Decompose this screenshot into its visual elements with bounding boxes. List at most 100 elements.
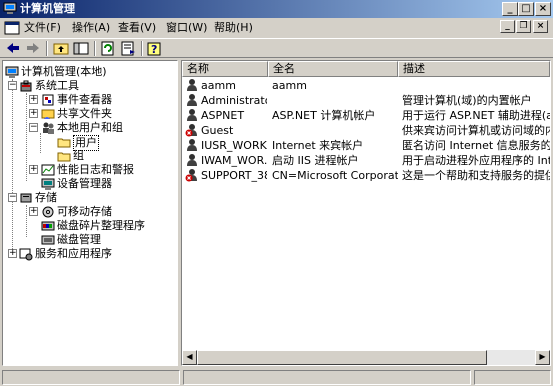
column-header-full-name[interactable]: 全名 <box>268 61 398 77</box>
cell-full-name: aamm <box>272 79 307 92</box>
minimize-icon: _ <box>505 21 510 31</box>
menu-view[interactable]: 查看(V) <box>118 21 156 35</box>
expand-toggle[interactable]: + <box>29 109 38 118</box>
removable-storage-icon <box>42 206 54 218</box>
refresh-icon[interactable] <box>100 41 116 56</box>
title-bar[interactable]: 计算机管理 _ □ × <box>0 0 553 18</box>
toolbar-separator <box>141 41 143 56</box>
maximize-icon: □ <box>521 3 531 14</box>
collapse-toggle[interactable]: − <box>8 81 17 90</box>
expand-toggle[interactable]: + <box>29 207 38 216</box>
user-icon <box>187 139 197 151</box>
scroll-left-button[interactable]: ◀ <box>182 350 197 365</box>
tree-node-label: 设备管理器 <box>57 177 112 190</box>
table-row[interactable]: Administrator 管理计算机(域)的内置帐户 <box>182 93 550 108</box>
tree-node-label: 组 <box>73 149 84 162</box>
export-list-icon[interactable] <box>120 41 136 56</box>
collapse-toggle[interactable]: − <box>29 123 38 132</box>
cell-full-name: CN=Microsoft Corporation... <box>272 169 398 182</box>
forward-arrow-icon[interactable] <box>25 41 41 56</box>
expand-toggle[interactable]: + <box>8 249 17 258</box>
cell-description: 匿名访问 Internet 信息服务的内 <box>402 139 550 152</box>
tree-node-label: 系统工具 <box>35 79 79 92</box>
user-icon <box>187 79 197 91</box>
scroll-right-button[interactable]: ▶ <box>535 350 550 365</box>
computer-management-icon <box>5 66 19 78</box>
folder-icon <box>57 152 71 162</box>
close-button[interactable]: × <box>535 2 551 16</box>
table-row[interactable]: ASPNET ASP.NET 计算机帐户 用于运行 ASP.NET 辅助进程(asp… <box>182 108 550 123</box>
console-window-icon[interactable] <box>4 21 20 35</box>
table-row[interactable]: aamm aamm <box>182 78 550 93</box>
restore-icon: ❐ <box>519 21 528 31</box>
tree-node-label: 事件查看器 <box>57 93 112 106</box>
services-apps-icon <box>19 248 33 261</box>
device-manager-icon <box>41 178 55 190</box>
show-hide-tree-icon[interactable] <box>73 41 89 56</box>
window-title: 计算机管理 <box>20 2 75 15</box>
table-row[interactable]: Guest 供来宾访问计算机或访问域的内 <box>182 123 550 138</box>
system-tools-icon <box>20 80 32 92</box>
table-row[interactable]: SUPPORT_38... CN=Microsoft Corporation...… <box>182 168 550 183</box>
column-header-description[interactable]: 描述 <box>398 61 550 77</box>
console-tree[interactable]: 计算机管理(本地) − 系统工具 + 事件查看器 + 共享文件夹 − 本地用户和… <box>2 60 178 366</box>
tree-line <box>40 133 42 153</box>
table-row[interactable]: IUSR_WORK... Internet 来宾帐户 匿名访问 Internet 信… <box>182 138 550 153</box>
cell-full-name: Internet 来宾帐户 <box>272 139 364 152</box>
disk-management-icon <box>41 235 55 245</box>
menu-file[interactable]: 文件(F) <box>24 21 61 35</box>
maximize-button[interactable]: □ <box>518 2 534 16</box>
arrow-right-icon: ▶ <box>539 352 546 361</box>
menu-help[interactable]: 帮助(H) <box>214 21 253 35</box>
tree-line <box>26 205 28 237</box>
table-row[interactable]: IWAM_WOR... 启动 IIS 进程帐户 用于启动进程外应用程序的 Inte <box>182 153 550 168</box>
disabled-user-icon <box>185 169 197 182</box>
cell-name: Guest <box>201 124 234 137</box>
tree-line <box>12 79 14 251</box>
expand-toggle[interactable]: + <box>29 95 38 104</box>
cell-name: aamm <box>201 79 236 92</box>
child-restore-button[interactable]: ❐ <box>516 20 531 33</box>
performance-logs-icon <box>41 164 55 176</box>
user-icon <box>187 94 197 106</box>
disk-defrag-icon <box>41 221 55 231</box>
help-icon[interactable]: ? <box>147 41 163 56</box>
horizontal-scrollbar[interactable]: ◀ ▶ <box>182 350 550 365</box>
shared-folders-icon <box>41 109 55 119</box>
svg-text:?: ? <box>151 43 157 56</box>
column-header-name[interactable]: 名称 <box>182 61 268 77</box>
collapse-toggle[interactable]: − <box>8 193 17 202</box>
user-icon <box>187 109 197 121</box>
close-icon: × <box>538 3 548 14</box>
minimize-button[interactable]: _ <box>502 2 518 16</box>
event-viewer-icon <box>42 94 54 106</box>
cell-description: 供来宾访问计算机或访问域的内 <box>402 124 550 137</box>
expand-toggle[interactable]: + <box>29 165 38 174</box>
tree-node-label: 存储 <box>35 191 57 204</box>
tree-node-label: 磁盘碎片整理程序 <box>57 219 145 232</box>
tree-node-label: 共享文件夹 <box>57 107 112 120</box>
local-users-groups-icon <box>43 122 54 134</box>
menu-window[interactable]: 窗口(W) <box>166 21 207 35</box>
tree-line <box>26 93 28 181</box>
up-folder-icon[interactable] <box>53 41 69 56</box>
user-list[interactable]: 名称 全名 描述 aamm aamm Administrator 管理计算机(域)的内… <box>181 60 551 366</box>
tree-node-label: 磁盘管理 <box>57 233 101 246</box>
cell-name: ASPNET <box>201 109 245 122</box>
computer-management-icon <box>3 2 17 14</box>
cell-name: IUSR_WORK... <box>201 139 267 152</box>
disabled-user-icon <box>185 124 197 137</box>
child-minimize-button[interactable]: _ <box>500 20 515 33</box>
status-bar <box>0 368 553 386</box>
folder-icon <box>57 138 71 148</box>
cell-name: IWAM_WOR... <box>201 154 267 167</box>
status-pane-right <box>474 370 551 385</box>
tree-node-label: 计算机管理(本地) <box>21 65 107 78</box>
menu-action[interactable]: 操作(A) <box>72 21 110 35</box>
menu-bar: 文件(F) 操作(A) 查看(V) 窗口(W) 帮助(H) <box>0 18 553 38</box>
scroll-thumb[interactable] <box>197 350 487 365</box>
storage-icon <box>20 193 32 203</box>
cell-full-name: ASP.NET 计算机帐户 <box>272 109 376 122</box>
back-arrow-icon[interactable] <box>5 41 21 56</box>
child-close-button[interactable]: × <box>533 20 548 33</box>
